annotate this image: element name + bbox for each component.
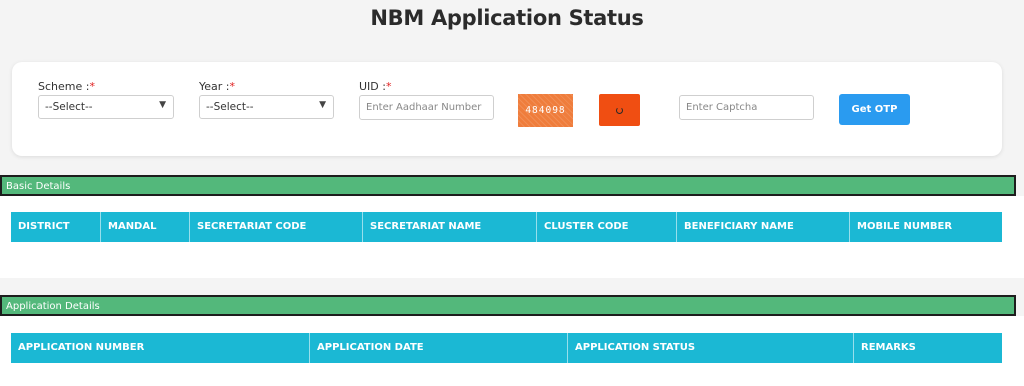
uid-label-text: UID : [359, 80, 386, 93]
column-header-secretariat-code: SECRETARIAT CODE [190, 212, 363, 242]
column-header-beneficiary-name: BENEFICIARY NAME [677, 212, 850, 242]
scheme-select[interactable]: --Select-- ▼ [38, 95, 174, 119]
application-details-table-header: APPLICATION NUMBER APPLICATION DATE APPL… [11, 333, 1002, 363]
year-label: Year :* [199, 80, 235, 93]
chevron-down-icon: ▼ [319, 100, 326, 110]
column-header-application-number: APPLICATION NUMBER [11, 333, 310, 363]
year-label-text: Year : [199, 80, 230, 93]
uid-label: UID :* [359, 80, 391, 93]
refresh-captcha-button[interactable] [599, 94, 640, 126]
column-header-cluster-code: CLUSTER CODE [537, 212, 677, 242]
uid-required-mark: * [385, 80, 392, 93]
column-header-mobile-number: MOBILE NUMBER [857, 221, 953, 232]
scheme-selected-value: --Select-- [45, 101, 93, 113]
year-select[interactable]: --Select-- ▼ [199, 95, 334, 119]
captcha-image: 484098 [518, 94, 573, 127]
captcha-input[interactable] [679, 95, 814, 120]
basic-details-header: Basic Details [0, 175, 1016, 196]
column-header-secretariat-name: SECRETARIAT NAME [363, 212, 537, 242]
column-header-application-status: APPLICATION STATUS [568, 333, 854, 363]
get-otp-button[interactable]: Get OTP [839, 94, 910, 125]
refresh-icon [616, 106, 623, 114]
application-details-header: Application Details [0, 295, 1016, 316]
column-header-mandal: MANDAL [101, 212, 190, 242]
column-header-application-date: APPLICATION DATE [310, 333, 568, 363]
year-required-mark: * [229, 80, 236, 93]
basic-details-table-header: DISTRICT MANDAL SECRETARIAT CODE SECRETA… [11, 212, 1002, 242]
scheme-required-mark: * [89, 80, 95, 93]
search-form-card: Scheme :* --Select-- ▼ Year :* --Select-… [12, 62, 1002, 156]
column-header-remarks: REMARKS [861, 342, 916, 353]
scheme-label: Scheme :* [38, 80, 95, 93]
year-selected-value: --Select-- [206, 101, 254, 113]
scheme-label-text: Scheme : [38, 80, 90, 93]
column-header-district: DISTRICT [11, 212, 101, 242]
uid-input[interactable] [359, 95, 494, 120]
page-title: NBM Application Status [370, 6, 644, 30]
chevron-down-icon: ▼ [159, 100, 166, 110]
